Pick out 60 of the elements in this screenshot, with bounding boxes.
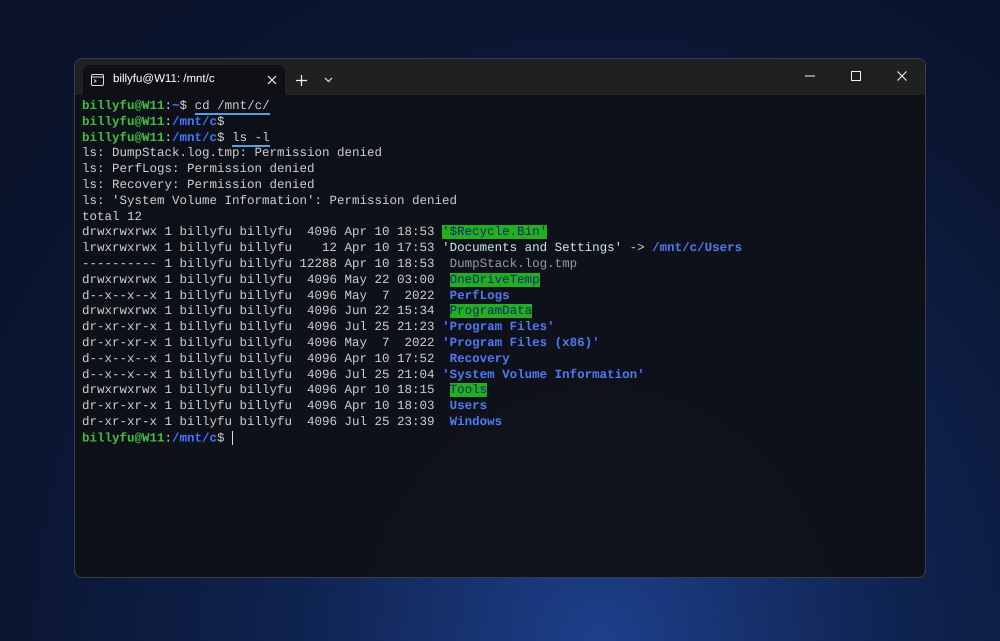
terminal-dir-text: Users <box>450 399 488 414</box>
terminal-text: $ <box>180 99 188 113</box>
terminal-dir-text: 'Program Files (x86)' <box>442 336 600 350</box>
terminal-dir-text: 'System Volume Information' <box>442 368 645 382</box>
terminal-dir-text: Recovery <box>450 352 510 366</box>
terminal-text: d--x--x--x 1 billyfu billyfu 4096 Jul 25 21:04 <box>82 368 436 382</box>
terminal-text: : <box>164 114 172 129</box>
terminal-text: ls: DumpStack.log.tmp: Permission denied <box>82 146 382 160</box>
terminal-text: ---------- 1 billyfu billyfu 12288 Apr 10 18:53 <box>82 256 436 271</box>
terminal-text: -> <box>628 241 646 256</box>
terminal-highlighted-dir-text: OneDriveTemp <box>450 272 540 287</box>
terminal-text: dr-xr-xr-x 1 billyfu billyfu 4096 Apr 10 18:03 <box>82 399 436 414</box>
terminal-text: $ <box>217 114 225 129</box>
terminal-text: $ <box>217 130 226 145</box>
terminal-highlighted-dir-text: ProgramData <box>450 304 532 318</box>
terminal-path-text: /mnt/c <box>172 431 218 446</box>
close-icon <box>897 71 907 81</box>
terminal-icon <box>91 74 104 86</box>
terminal-text: : <box>164 130 172 145</box>
terminal-text: dr-xr-xr-x 1 billyfu billyfu 4096 Jul 25 23:39 <box>82 414 436 429</box>
terminal-text: dr-xr-xr-x 1 billyfu billyfu 4096 Jul 25 21:23 <box>82 320 436 334</box>
terminal-user-text: billyfu@W11 <box>82 114 165 129</box>
terminal-dim-text: DumpStack.log.tmp <box>450 256 578 271</box>
terminal-tab[interactable]: billyfu@W11: /mnt/c <box>83 65 285 95</box>
terminal-user-text: billyfu@W11 <box>82 99 165 113</box>
terminal-text: drwxrwxrwx 1 billyfu billyfu 4096 Apr 10 18:53 <box>82 225 436 240</box>
terminal-text: : <box>164 431 172 446</box>
terminal-text: : <box>164 99 172 113</box>
terminal-text: drwxrwxrwx 1 billyfu billyfu 4096 Jun 22 15:34 <box>82 304 436 318</box>
terminal-text: drwxrwxrwx 1 billyfu billyfu 4096 May 22 03:00 <box>82 272 436 287</box>
terminal-user-text: billyfu@W11 <box>82 431 165 446</box>
terminal-dir-text: PerfLogs <box>450 288 510 303</box>
terminal-text: total 12 <box>82 210 142 224</box>
terminal-text: lrwxrwxrwx 1 billyfu billyfu 12 Apr 10 17:53 <box>82 241 436 256</box>
terminal-text: $ <box>217 431 226 446</box>
terminal-text: d--x--x--x 1 billyfu billyfu 4096 May 7 2022 <box>82 288 436 303</box>
tab-title: billyfu@W11: /mnt/c <box>113 72 216 88</box>
terminal-highlighted-dir-text: '$Recycle.Bin' <box>442 225 548 240</box>
terminal-text: drwxrwxrwx 1 billyfu billyfu 4096 Apr 10 18:15 <box>82 383 436 398</box>
terminal-dir-text: /mnt/c/Users <box>652 241 742 256</box>
tab-close-button[interactable] <box>267 75 277 85</box>
command-text: ls -l <box>232 130 270 147</box>
terminal-user-text: billyfu@W11 <box>82 130 165 145</box>
terminal-path-text: /mnt/c <box>172 114 218 129</box>
terminal-dir-text: 'Program Files' <box>442 320 555 334</box>
terminal-text: ls: Recovery: Permission denied <box>82 178 315 192</box>
close-icon <box>267 75 277 85</box>
terminal-dir-text: Windows <box>450 414 502 429</box>
terminal-text: ls: 'System Volume Information': Permission denied <box>82 194 458 208</box>
terminal-path-text: ~ <box>172 99 180 113</box>
terminal-text: dr-xr-xr-x 1 billyfu billyfu 4096 May 7 2022 <box>82 336 436 350</box>
chevron-down-icon <box>324 77 332 83</box>
terminal-link-text: 'Documents and Settings' <box>442 241 622 256</box>
terminal-text: d--x--x--x 1 billyfu billyfu 4096 Apr 10 17:52 <box>82 352 436 366</box>
maximize-icon <box>851 71 861 81</box>
terminal-path-text: /mnt/c <box>172 130 218 145</box>
plus-icon <box>296 74 306 86</box>
command-text: cd /mnt/c/ <box>194 99 270 115</box>
terminal-text: ls: PerfLogs: Permission denied <box>82 162 315 176</box>
terminal-highlighted-dir-text: Tools <box>450 383 488 398</box>
